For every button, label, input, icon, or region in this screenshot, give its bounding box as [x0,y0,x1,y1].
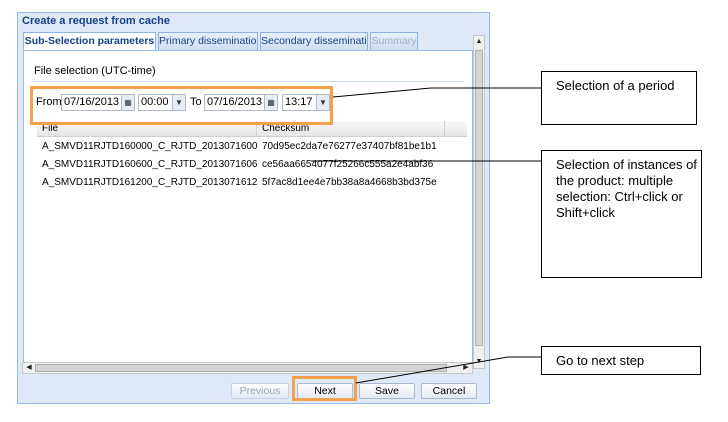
callout-instances: Selection of instances of the product: m… [541,150,702,278]
period-connector [332,87,432,98]
callout-next-step: Go to next step [541,346,701,375]
next-connector [355,356,509,384]
callout-period: Selection of a period [541,71,697,125]
